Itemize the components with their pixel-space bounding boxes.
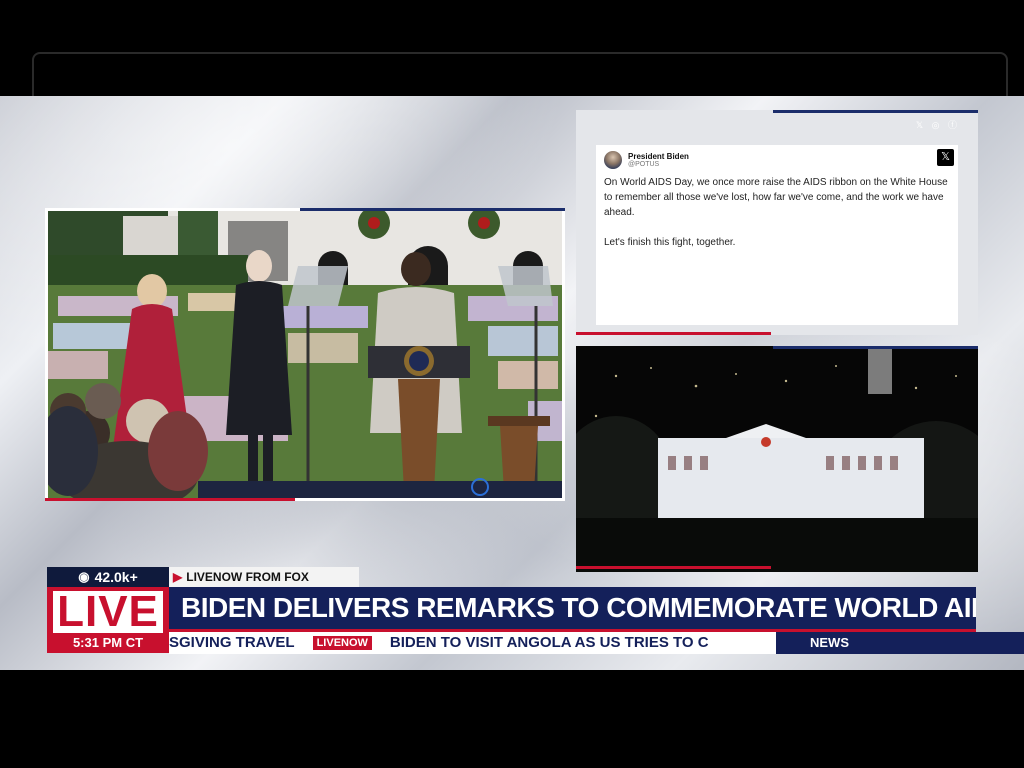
source-label: LIVENOW FROM FOX xyxy=(186,570,309,584)
tweet-author-handle: @POTUS xyxy=(628,161,660,168)
ticker-item: SGIVING TRAVEL xyxy=(169,634,295,651)
live-badge-text: LIVE xyxy=(53,590,163,633)
x-logo-icon: 𝕏 xyxy=(937,149,954,166)
main-video-feed[interactable] xyxy=(45,208,565,501)
accent-bar-navy xyxy=(300,208,565,211)
live-badge: LIVE xyxy=(47,587,169,633)
tweet-author-name: President Biden xyxy=(628,152,689,161)
speech-scene xyxy=(48,211,562,498)
news-ticker: SGIVING TRAVEL LIVENOW BIDEN TO VISIT ANGO… xyxy=(169,632,776,654)
tweet-panel: 𝕏 ◎ ⓕ President Biden @POTUS 𝕏 On World … xyxy=(576,110,978,335)
accent-bar-navy xyxy=(773,346,978,349)
eye-icon: ◉ xyxy=(78,569,90,584)
tweet-header: President Biden @POTUS xyxy=(604,151,950,169)
viewer-count: 42.0k+ xyxy=(94,569,138,585)
livenow-logo-icon: LIVENOW xyxy=(312,636,372,651)
broadcast-time: 5:31 PM CT xyxy=(47,633,169,653)
avatar xyxy=(604,151,622,169)
social-icons: 𝕏 ◎ ⓕ xyxy=(915,120,960,130)
source-label-badge: ▶ LIVENOW FROM FOX xyxy=(169,567,359,587)
accent-bar-navy xyxy=(773,110,978,113)
white-house-night-scene xyxy=(576,346,978,572)
main-video-scene xyxy=(48,211,562,498)
accent-bar-red xyxy=(576,332,771,335)
viewer-count-badge: ◉ 42.0k+ xyxy=(47,567,169,587)
news-label: NEWS xyxy=(776,632,1024,654)
letterbox-bottom xyxy=(0,670,1024,768)
tweet-text: On World AIDS Day, we once more raise th… xyxy=(604,177,948,248)
headline-banner: BIDEN DELIVERS REMARKS TO COMMEMORATE WO… xyxy=(169,587,976,629)
accent-bar-red xyxy=(45,498,295,501)
ticker-item: BIDEN TO VISIT ANGOLA AS US TRIES TO C xyxy=(389,634,709,651)
secondary-video-feed[interactable] xyxy=(576,346,978,572)
tweet-card[interactable]: President Biden @POTUS 𝕏 On World AIDS D… xyxy=(596,145,958,325)
play-triangle-icon: ▶ xyxy=(173,570,183,584)
